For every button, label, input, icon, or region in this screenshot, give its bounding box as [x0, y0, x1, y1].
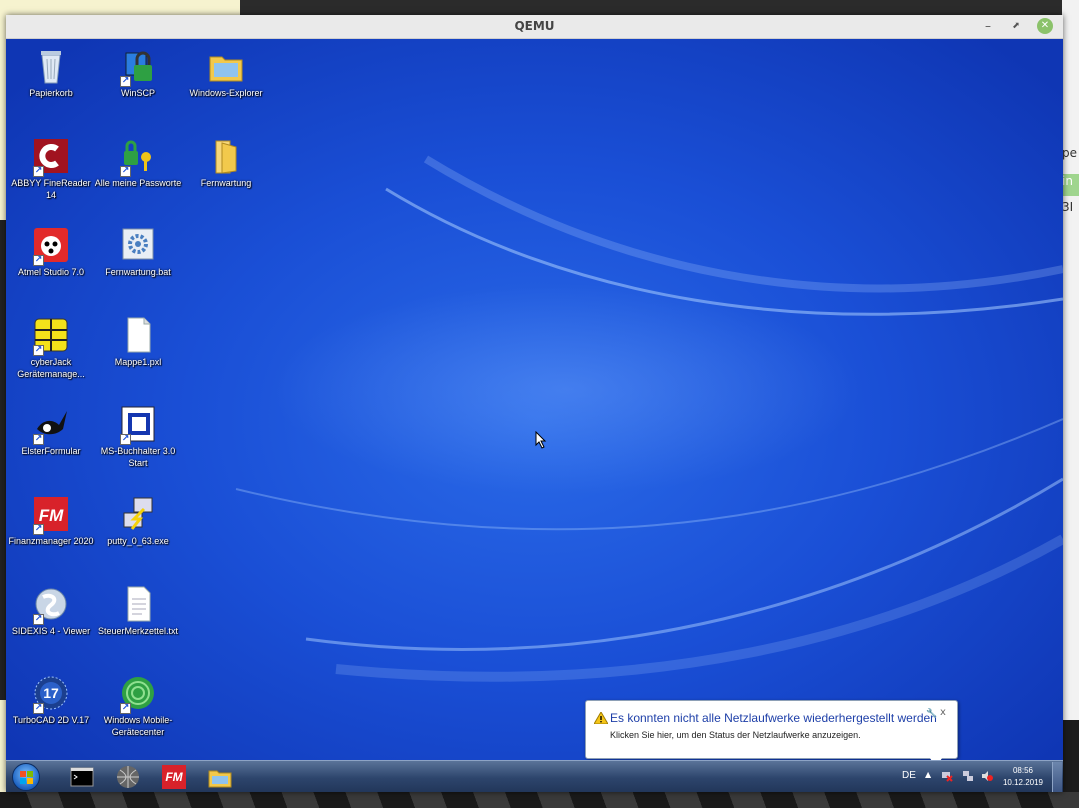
start-button[interactable] [12, 763, 40, 791]
desktop-icon-fernwartung-bat[interactable]: Fernwartung.bat [93, 222, 183, 298]
icon-label: Windows-Explorer [189, 88, 263, 98]
desktop-icon-abbyy[interactable]: ↗ ABBYY FineReader 14 [6, 133, 96, 209]
show-hidden-icons-button[interactable]: ▲ [925, 770, 931, 779]
guest-desktop[interactable]: Papierkorb ↗ ABBYY FineReader 14 ↗ Atmel… [6, 39, 1063, 760]
windows-logo-icon [20, 771, 33, 784]
shortcut-arrow-icon: ↗ [120, 703, 131, 714]
notification-title: Es konnten nicht alle Netzlaufwerke wied… [610, 711, 937, 725]
globe-icon[interactable] [116, 765, 140, 789]
folder-explorer-icon [209, 56, 243, 82]
shortcut-arrow-icon: ↗ [33, 614, 44, 625]
host-desktop-right: pe in 3I [1062, 0, 1079, 808]
icon-label: TurboCAD 2D V.17 [12, 715, 90, 725]
minimize-button[interactable]: – [980, 18, 996, 34]
mouse-cursor-icon [535, 431, 547, 449]
icon-label: ABBYY FineReader 14 [11, 178, 91, 200]
qemu-window: QEMU – ⬈ ✕ Papierkorb ↗ ABBYY FineReader… [6, 15, 1063, 792]
shortcut-arrow-icon: ↗ [120, 76, 131, 87]
shortcut-arrow-icon: ↗ [120, 434, 131, 445]
icon-label: Fernwartung [200, 178, 252, 188]
icon-label: Finanzmanager 2020 [8, 536, 94, 546]
host-text-fragment: in [1062, 174, 1079, 196]
icon-label: ElsterFormular [21, 446, 81, 456]
shortcut-arrow-icon: ↗ [33, 703, 44, 714]
putty-icon [123, 497, 153, 530]
volume-muted-icon[interactable] [981, 770, 993, 782]
notification-close-button[interactable]: x [940, 707, 946, 718]
clock-date: 10.12.2019 [1002, 778, 1044, 787]
shortcut-arrow-icon: ↗ [33, 434, 44, 445]
maximize-button[interactable]: ⬈ [1008, 18, 1024, 34]
desktop-icon-mobile-center[interactable]: ↗ Windows Mobile-Gerätecenter [93, 670, 183, 746]
network-drive-error-icon[interactable] [941, 770, 953, 782]
desktop-icon-atmel[interactable]: ↗ Atmel Studio 7.0 [6, 222, 96, 298]
shortcut-arrow-icon: ↗ [33, 166, 44, 177]
shortcut-arrow-icon: ↗ [33, 345, 44, 356]
desktop-icon-putty[interactable]: putty_0_63.exe [93, 491, 183, 567]
shortcut-arrow-icon: ↗ [120, 166, 131, 177]
svg-text:FM: FM [39, 506, 64, 525]
batch-file-icon [122, 228, 154, 260]
fm-icon[interactable]: FM [162, 765, 186, 789]
desktop-icon-steuermerkzettel[interactable]: SteuerMerkzettel.txt [93, 581, 183, 657]
shortcut-arrow-icon: ↗ [33, 255, 44, 266]
blank-file-icon [127, 317, 151, 353]
desktop-icon-elster[interactable]: ↗ ElsterFormular [6, 401, 96, 477]
title-bar[interactable]: QEMU – ⬈ ✕ [6, 15, 1063, 39]
recycle-bin-icon [41, 51, 61, 84]
icon-label: SteuerMerkzettel.txt [97, 626, 179, 636]
warning-icon [594, 712, 608, 724]
desktop-icon-turbocad[interactable]: 17 ↗ TurboCAD 2D V.17 [6, 670, 96, 746]
icon-label: Windows Mobile-Gerätecenter [103, 715, 173, 737]
icon-label: Fernwartung.bat [105, 267, 171, 277]
icon-label: Papierkorb [29, 88, 73, 98]
icon-label: Mappe1.pxl [114, 357, 162, 367]
cmd-icon[interactable] [70, 765, 94, 789]
host-wallpaper [0, 792, 1079, 808]
network-drives-notification[interactable]: Es konnten nicht alle Netzlaufwerke wied… [585, 700, 958, 760]
shortcut-arrow-icon: ↗ [33, 524, 44, 535]
clock-time: 08:56 [1012, 766, 1034, 775]
explorer-icon[interactable] [208, 765, 232, 789]
desktop-icon-sidexis[interactable]: ↗ SIDEXIS 4 - Viewer [6, 581, 96, 657]
network-icon[interactable] [962, 770, 974, 782]
icon-label: Alle meine Passworte [94, 178, 182, 188]
window-title: QEMU [514, 19, 555, 33]
icon-label: cyberJack Gerätemanage... [17, 357, 85, 379]
desktop-icon-windows-explorer[interactable]: Windows-Explorer [181, 43, 271, 119]
svg-text:17: 17 [43, 685, 59, 701]
desktop-icon-mappe1[interactable]: Mappe1.pxl [93, 312, 183, 388]
desktop-icon-passworte[interactable]: ↗ Alle meine Passworte [93, 133, 183, 209]
folder-icon [215, 140, 237, 174]
close-button[interactable]: ✕ [1037, 18, 1053, 34]
icon-label: MS-Buchhalter 3.0 Start [100, 446, 176, 468]
language-indicator[interactable]: DE [902, 770, 916, 781]
fm-text: FM [165, 770, 183, 784]
taskbar: FM DE ▲ 08:56 10.12.2019 [6, 760, 1063, 792]
icon-label: putty_0_63.exe [107, 536, 169, 546]
desktop-icon-cyberjack[interactable]: ↗ cyberJack Gerätemanage... [6, 312, 96, 388]
desktop-icon-fernwartung[interactable]: Fernwartung [181, 133, 271, 209]
notification-message[interactable]: Klicken Sie hier, um den Status der Netz… [610, 730, 861, 740]
desktop-icon-ms-buchhalter[interactable]: ↗ MS-Buchhalter 3.0 Start [93, 401, 183, 477]
host-text-fragment: pe [1062, 146, 1077, 160]
desktop-icon-finanzmanager[interactable]: FM ↗ Finanzmanager 2020 [6, 491, 96, 567]
taskbar-clock[interactable]: 08:56 10.12.2019 [1000, 765, 1046, 789]
icon-label: WinSCP [120, 88, 155, 98]
icon-label: SIDEXIS 4 - Viewer [11, 626, 91, 636]
wrench-icon[interactable]: 🔧 [926, 709, 937, 719]
text-file-icon [127, 586, 151, 622]
show-desktop-button[interactable] [1052, 762, 1062, 792]
host-text-fragment: 3I [1062, 200, 1074, 214]
icon-label: Atmel Studio 7.0 [17, 267, 85, 277]
desktop-icon-papierkorb[interactable]: Papierkorb [6, 43, 96, 119]
desktop-icon-winscp[interactable]: ↗ WinSCP [93, 43, 183, 119]
